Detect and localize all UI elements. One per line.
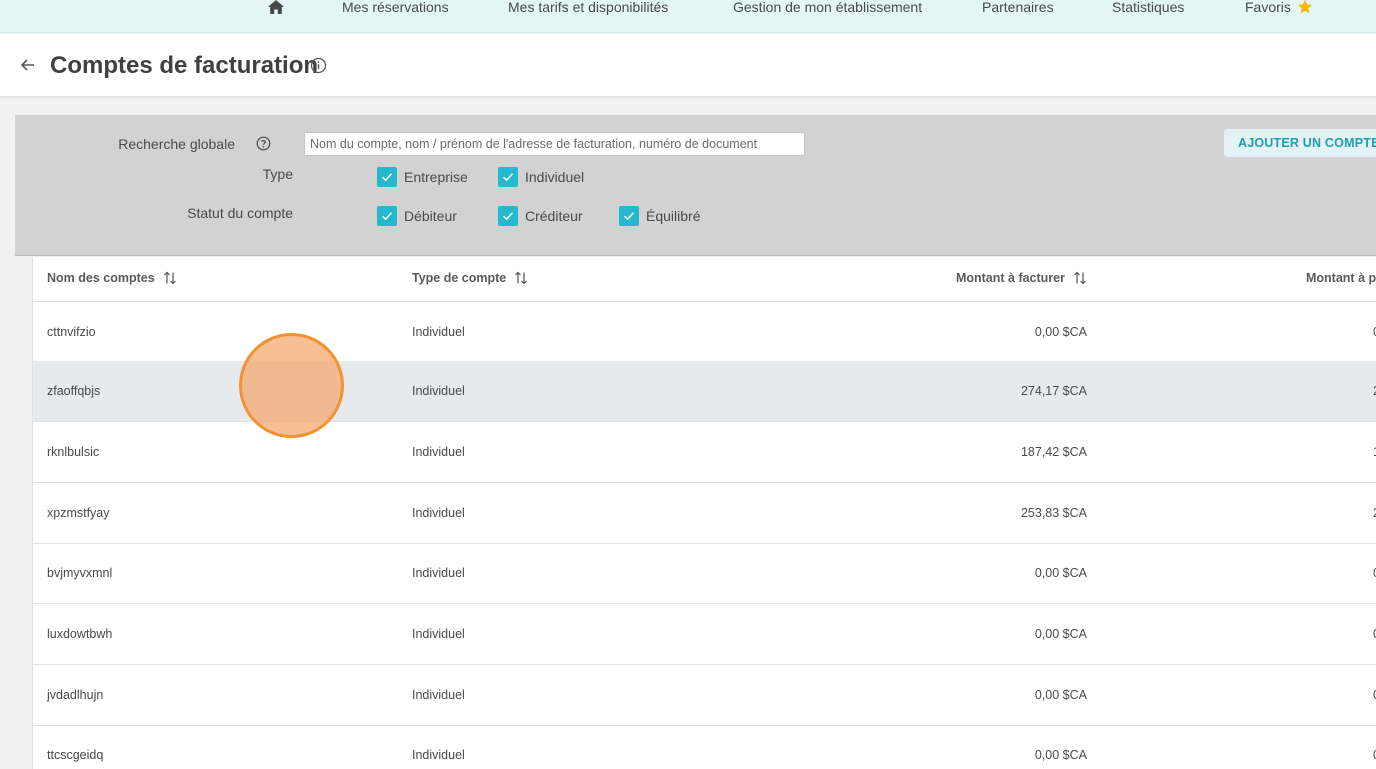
account-type-cell: Individuel [412,445,465,459]
account-name-cell: bvjmyvxmnl [47,566,113,580]
account-type-cell: Individuel [412,627,465,641]
table-row[interactable]: luxdowtbwhIndividuel0,00 $CA0 [33,604,1376,665]
checkbox-checked-icon [377,167,397,187]
table-row[interactable]: ttcscgeidqIndividuel0,00 $CA0 [33,725,1376,769]
column-header-label: Nom des comptes [47,271,155,285]
nav-item-partners[interactable]: Partenaires [982,0,1054,15]
amount-cell: 187,42 $CA [1020,445,1087,459]
amount-cell: 0,00 $CA [1034,748,1087,762]
table-row[interactable]: bvjmyvxmnlIndividuel0,00 $CA0 [33,543,1376,604]
amount-cell: 0,00 $CA [1034,627,1087,641]
account-type-cell: Individuel [412,566,465,580]
nav-item-statistics[interactable]: Statistiques [1112,0,1184,15]
checkbox-label: Débiteur [404,208,457,224]
top-nav: Mes réservations Mes tarifs et disponibi… [0,0,1376,33]
sort-icon[interactable] [163,271,177,285]
click-indicator [239,333,344,438]
table-row[interactable]: xpzmstfyayIndividuel253,83 $CA253 [33,483,1376,544]
column-header-amount[interactable]: Montant à facturer [956,271,1087,285]
home-icon[interactable] [267,0,285,15]
page-header: Comptes de facturation [0,34,1376,97]
info-icon[interactable] [310,57,327,74]
arrow-left-icon[interactable] [20,57,36,73]
checkbox-crediteur[interactable]: Créditeur [498,206,583,226]
page-title: Comptes de facturation [50,52,319,79]
checkbox-label: Individuel [525,169,585,185]
checkbox-checked-icon [377,206,397,226]
nav-item-reservations[interactable]: Mes réservations [342,0,449,15]
type-label: Type [262,166,293,182]
amount-cell: 0,00 $CA [1034,566,1087,580]
table-row[interactable]: jvdadlhujnIndividuel0,00 $CA0 [33,665,1376,726]
account-type-cell: Individuel [412,506,465,520]
search-input[interactable] [304,132,805,156]
filter-panel: Recherche globale Type Entreprise Indivi… [15,115,1376,256]
account-type-cell: Individuel [412,748,465,762]
add-account-button[interactable]: AJOUTER UN COMPTE [1224,129,1376,157]
checkbox-checked-icon [498,167,518,187]
account-name-cell: zfaoffqbjs [47,384,101,398]
column-header-label: Montant à facturer [955,271,1065,285]
status-label: Statut du compte [187,205,293,221]
column-header-label: Type de compte [412,271,507,285]
checkbox-label: Entreprise [404,169,468,185]
help-icon[interactable] [256,136,271,151]
amount-cell: 0,00 $CA [1034,688,1087,702]
checkbox-individuel[interactable]: Individuel [498,167,584,187]
amount-cell: 0,00 $CA [1034,325,1087,339]
column-header-amount-2[interactable]: Montant à p [1306,271,1376,285]
column-header-name[interactable]: Nom des comptes [47,271,177,285]
sort-icon[interactable] [1073,271,1087,285]
checkbox-entreprise[interactable]: Entreprise [377,167,468,187]
account-name-cell: jvdadlhujn [47,688,104,702]
checkbox-debiteur[interactable]: Débiteur [377,206,457,226]
star-icon [1297,0,1313,14]
table-header: Nom des comptes Type de compte Montant à… [33,257,1376,302]
checkbox-equilibre[interactable]: Équilibré [619,206,700,226]
account-type-cell: Individuel [412,325,465,339]
amount-cell: 274,17 $CA [1020,384,1087,398]
checkbox-label: Créditeur [525,208,583,224]
column-header-type[interactable]: Type de compte [412,271,528,285]
table-left-gutter [15,257,33,769]
column-header-label: Montant à p [1306,271,1376,285]
account-name-cell: luxdowtbwh [47,627,113,641]
account-name-cell: xpzmstfyay [47,506,110,520]
account-name-cell: cttnvifzio [47,325,96,339]
search-label: Recherche globale [118,136,235,152]
account-type-cell: Individuel [412,688,465,702]
sort-icon[interactable] [514,271,528,285]
checkbox-checked-icon [498,206,518,226]
nav-item-property[interactable]: Gestion de mon établissement [733,0,922,15]
account-name-cell: ttcscgeidq [47,748,104,762]
table-row[interactable]: zfaoffqbjsIndividuel274,17 $CA274 [33,361,1376,422]
table-row[interactable]: rknlbulsicIndividuel187,42 $CA187 [33,422,1376,483]
checkbox-checked-icon [619,206,639,226]
nav-item-rates[interactable]: Mes tarifs et disponibilités [508,0,668,15]
table-row[interactable]: cttnvifzioIndividuel0,00 $CA0 [33,302,1376,363]
account-name-cell: rknlbulsic [47,445,100,459]
checkbox-label: Équilibré [646,208,701,224]
account-type-cell: Individuel [412,384,465,398]
nav-item-favorites[interactable]: Favoris [1245,0,1291,15]
accounts-table: Nom des comptes Type de compte Montant à… [33,257,1376,769]
amount-cell: 253,83 $CA [1020,506,1087,520]
